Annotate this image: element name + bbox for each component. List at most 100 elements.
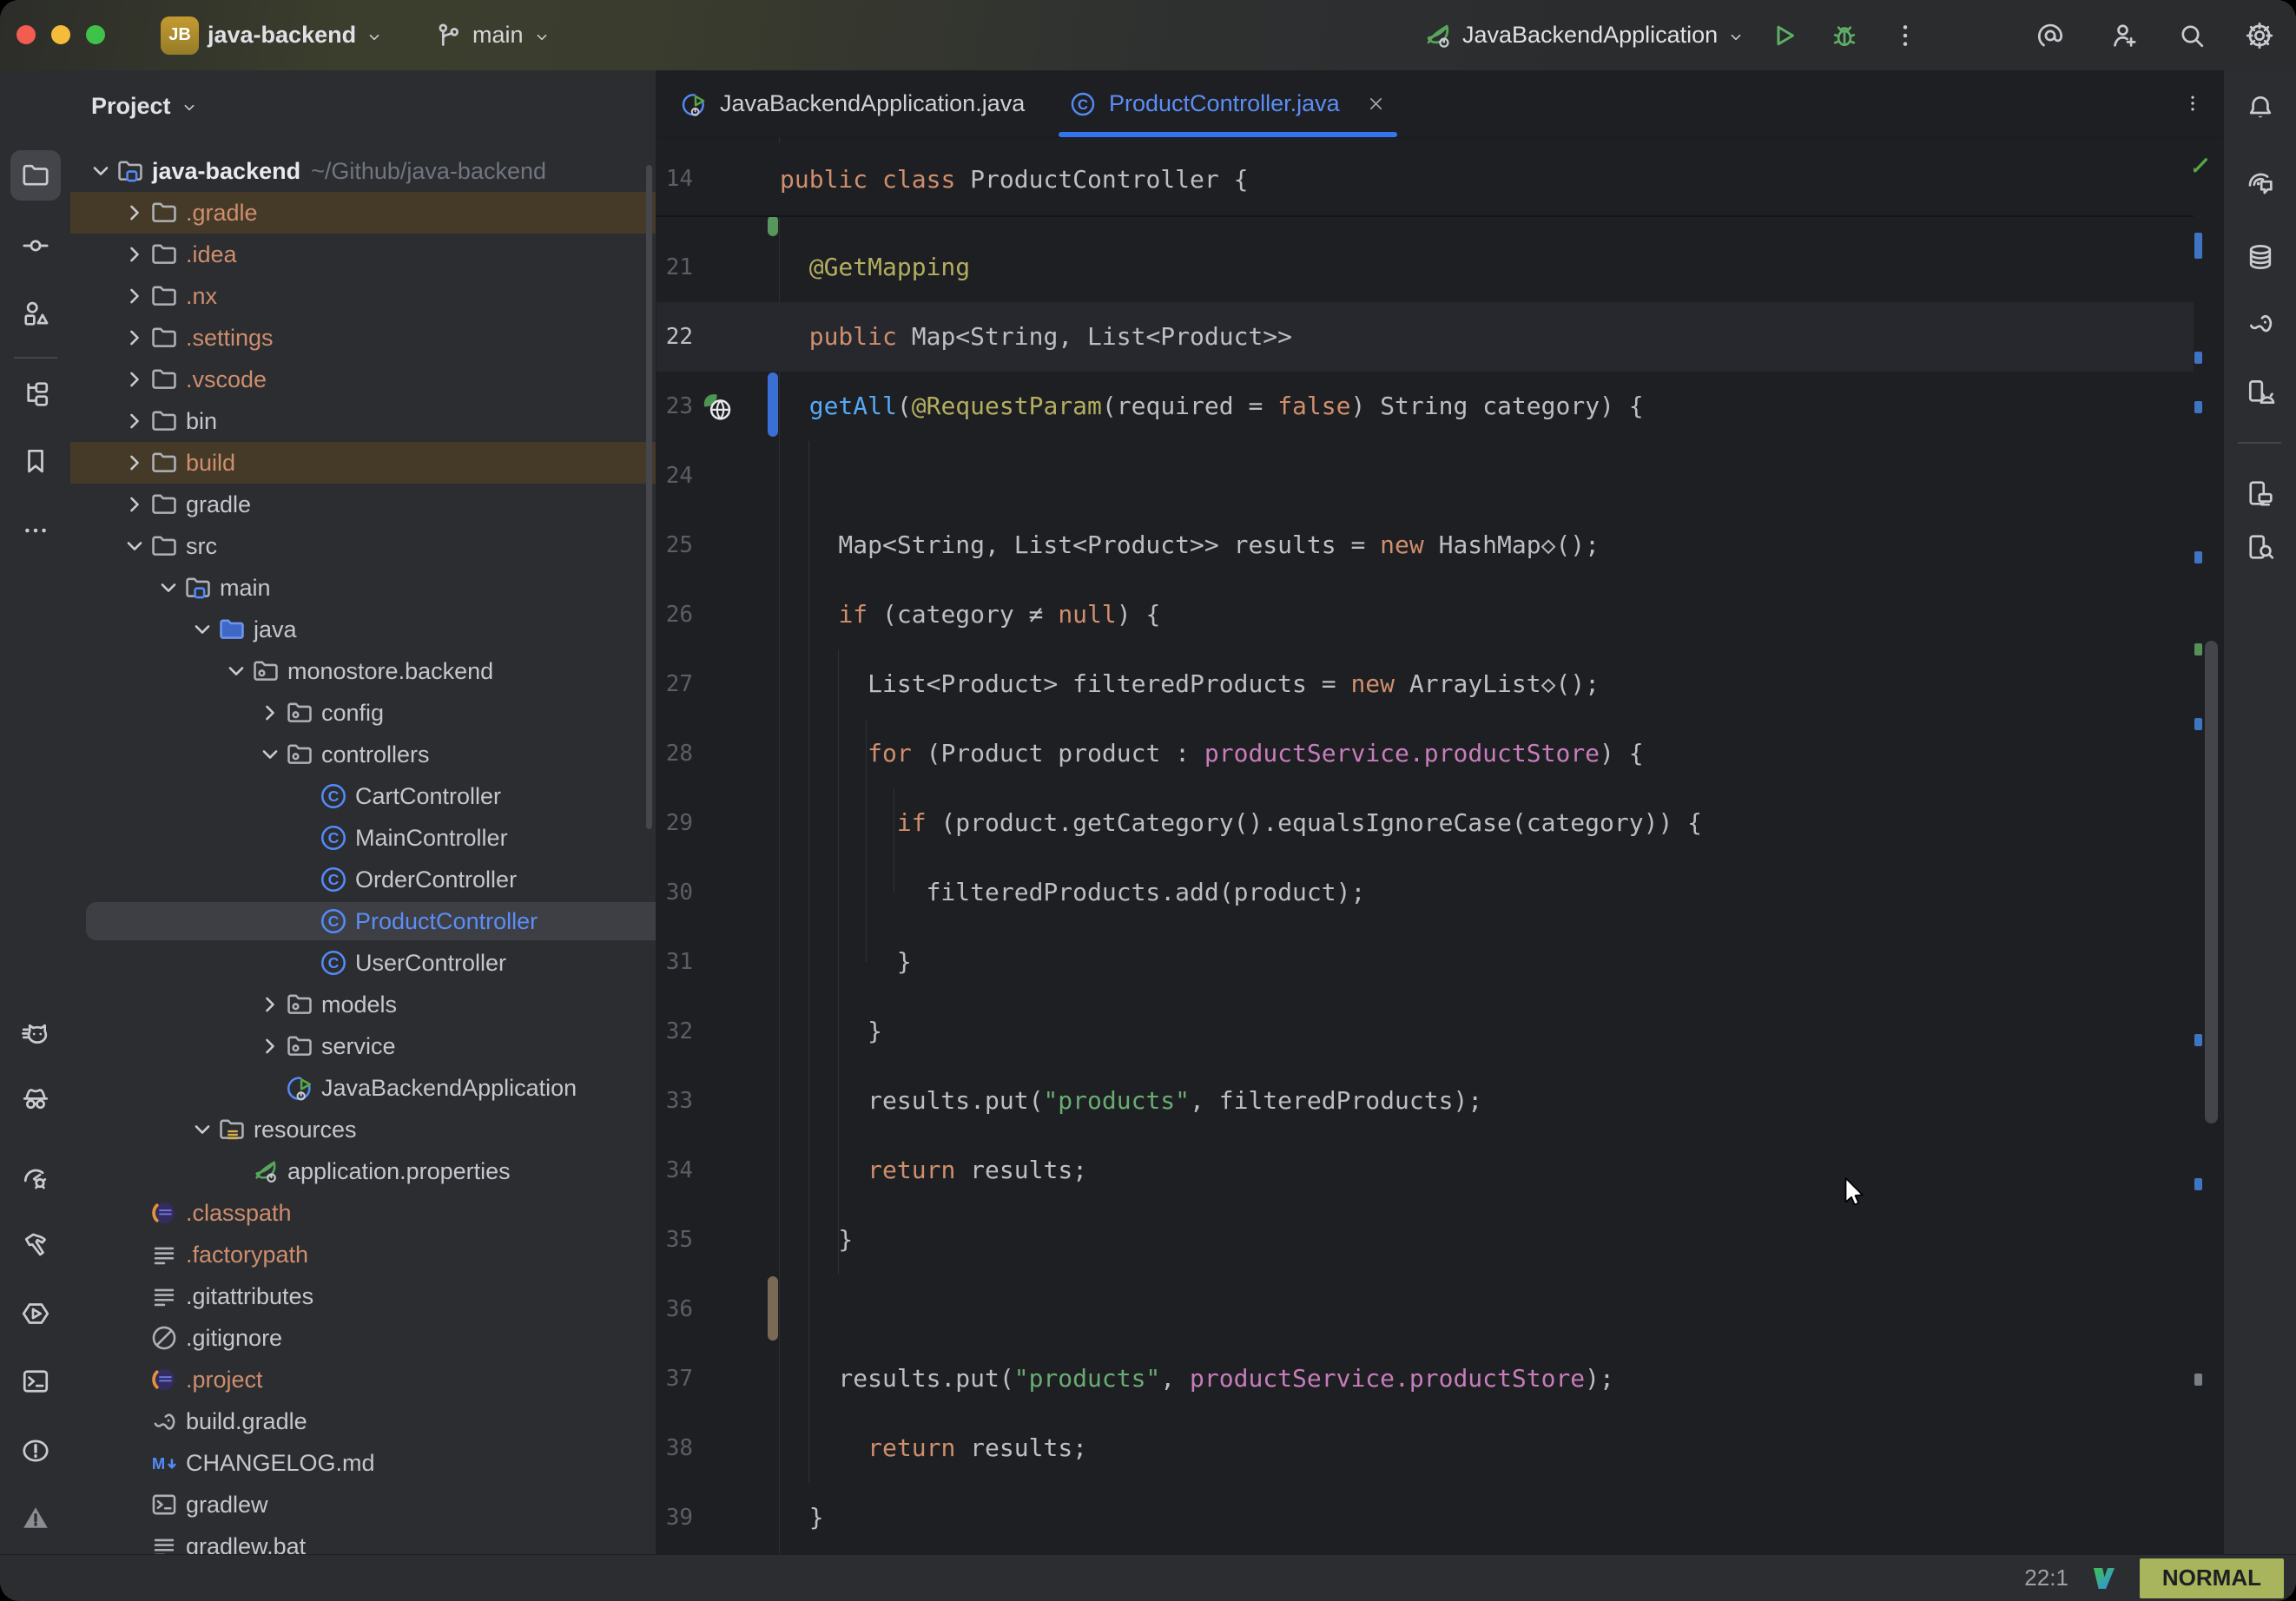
chevron-down-icon[interactable] (86, 156, 115, 186)
tree-item-.factorypath[interactable]: .factorypath (70, 1234, 656, 1275)
bookmarks-tool-button[interactable] (10, 436, 61, 486)
tree-item-monostore.backend[interactable]: monostore.backend (70, 650, 656, 692)
tree-item-main[interactable]: main (70, 567, 656, 609)
editor-tab-JavaBackendApplication.java[interactable]: JavaBackendApplication.java (670, 70, 1043, 137)
incognito-tool-button[interactable] (10, 1074, 61, 1124)
device-mirror-tool-button[interactable] (2235, 468, 2286, 518)
tree-item-gradle[interactable]: gradle (70, 484, 656, 525)
warning-tool-button[interactable] (10, 1492, 61, 1543)
tree-item-.classpath[interactable]: .classpath (70, 1192, 656, 1234)
analysis-stripe-mark[interactable] (2194, 1034, 2202, 1046)
code-line-34[interactable]: 34 return results; (656, 1136, 2194, 1205)
chevron-down-icon[interactable] (154, 573, 183, 603)
chevron-right-icon[interactable] (120, 406, 149, 436)
tree-item-resources[interactable]: resources (70, 1109, 656, 1150)
hierarchy-tool-button[interactable] (10, 369, 61, 419)
tree-item-src[interactable]: src (70, 525, 656, 567)
code-line-37[interactable]: 37 results.put("products", productServic… (656, 1344, 2194, 1413)
branch-widget[interactable]: main (432, 0, 551, 70)
project-widget[interactable]: JB java-backend (161, 0, 384, 70)
chevron-right-icon[interactable] (120, 323, 149, 352)
analysis-stripe-mark[interactable] (2194, 718, 2202, 730)
editor-scrollbar[interactable] (2205, 641, 2218, 1123)
chevron-right-icon[interactable] (120, 448, 149, 478)
tree-item-controllers[interactable]: controllers (70, 734, 656, 775)
shapes-tool-button[interactable] (10, 288, 61, 339)
chevron-down-icon[interactable] (255, 740, 285, 769)
tree-item-.project[interactable]: .project (70, 1359, 656, 1400)
tree-item-UserController[interactable]: CUserController (70, 942, 656, 984)
chevron-down-icon[interactable] (221, 656, 251, 686)
code-line-28[interactable]: 28 for (Product product : productService… (656, 719, 2194, 788)
code-line-36[interactable]: 36 (656, 1275, 2194, 1344)
search-everywhere-button[interactable] (2176, 0, 2207, 70)
tree-item-service[interactable]: service (70, 1025, 656, 1067)
android-device-tool-button[interactable] (2235, 367, 2286, 418)
commit-tool-button[interactable] (10, 221, 61, 271)
chevron-down-icon[interactable] (120, 531, 149, 561)
tree-item-gradlew[interactable]: gradlew (70, 1484, 656, 1525)
chevron-down-icon[interactable] (188, 1115, 217, 1144)
tree-item-java-backend[interactable]: java-backend~/Github/java-backend (70, 150, 656, 192)
minimize-window-button[interactable] (51, 25, 70, 44)
code-line-30[interactable]: 30 filteredProducts.add(product); (656, 858, 2194, 927)
build-hammer-tool-button[interactable] (10, 1219, 61, 1269)
ai-assistant-button[interactable] (2035, 0, 2066, 70)
tree-item-JavaBackendApplication[interactable]: JavaBackendApplication (70, 1067, 656, 1109)
tree-item-OrderController[interactable]: COrderController (70, 859, 656, 900)
chevron-right-icon[interactable] (120, 281, 149, 311)
tree-item-MainController[interactable]: CMainController (70, 817, 656, 859)
caret-position[interactable]: 22:1 (2024, 1565, 2068, 1591)
tree-item-.settings[interactable]: .settings (70, 317, 656, 359)
close-window-button[interactable] (16, 25, 36, 44)
editor-tab-ProductController.java[interactable]: CProductController.java (1059, 70, 1397, 137)
analysis-stripe-mark[interactable] (2194, 551, 2202, 563)
database-tool-button[interactable] (2235, 232, 2286, 282)
run-configuration-widget[interactable]: JavaBackendApplication (1422, 0, 1745, 70)
code-line-29[interactable]: 29 if (product.getCategory().equalsIgnor… (656, 788, 2194, 858)
code-line-27[interactable]: 27 List<Product> filteredProducts = new … (656, 649, 2194, 719)
run-button[interactable] (1768, 0, 1799, 70)
gradle-tool-button[interactable] (2235, 298, 2286, 348)
chevron-right-icon[interactable] (255, 698, 285, 728)
code-line-33[interactable]: 33 results.put("products", filteredProdu… (656, 1066, 2194, 1136)
chevron-right-icon[interactable] (120, 240, 149, 269)
tree-item-gradlew.bat[interactable]: gradlew.bat (70, 1525, 656, 1554)
cat-assistant-tool-button[interactable] (10, 1009, 61, 1059)
analysis-stripe-mark[interactable] (2194, 643, 2202, 656)
analysis-stripe-mark[interactable] (2194, 1178, 2202, 1190)
project-tree-scrollbar[interactable] (646, 165, 652, 829)
vim-mode-badge[interactable]: NORMAL (2140, 1558, 2284, 1598)
analysis-stripe-mark[interactable] (2194, 233, 2202, 259)
analysis-stripe-mark[interactable] (2194, 352, 2202, 364)
code-line-35[interactable]: 35 } (656, 1205, 2194, 1275)
more-run-options-button[interactable] (1890, 0, 1921, 70)
tree-item-.gitignore[interactable]: .gitignore (70, 1317, 656, 1359)
tree-item-CHANGELOG.md[interactable]: MCHANGELOG.md (70, 1442, 656, 1484)
code-line-24[interactable]: 24 (656, 441, 2194, 511)
project-folder-tool-button[interactable] (10, 150, 61, 201)
code-line-26[interactable]: 26 if (category ≠ null) { (656, 580, 2194, 649)
tree-item-.vscode[interactable]: .vscode (70, 359, 656, 400)
more-horizontal-tool-button[interactable] (10, 505, 61, 556)
device-explorer-tool-button[interactable] (2235, 522, 2286, 572)
code-line-31[interactable]: 31 } (656, 927, 2194, 997)
tree-item-application.properties[interactable]: application.properties (70, 1150, 656, 1192)
analysis-stripe-mark[interactable] (2194, 1374, 2202, 1386)
code-line-39[interactable]: 39 } (656, 1483, 2194, 1552)
ideavim-icon[interactable] (2089, 1564, 2119, 1593)
zoom-window-button[interactable] (86, 25, 105, 44)
tree-item-models[interactable]: models (70, 984, 656, 1025)
tree-item-.gitattributes[interactable]: .gitattributes (70, 1275, 656, 1317)
settings-button[interactable] (2244, 0, 2275, 70)
services-tool-button[interactable] (10, 1288, 61, 1339)
tree-item-CartController[interactable]: CCartController (70, 775, 656, 817)
tree-item-bin[interactable]: bin (70, 400, 656, 442)
tree-item-build.gradle[interactable]: build.gradle (70, 1400, 656, 1442)
code-with-me-button[interactable] (2108, 0, 2140, 70)
code-line-25[interactable]: 25 Map<String, List<Product>> results = … (656, 511, 2194, 580)
spring-endpoint-gutter-icon[interactable] (702, 391, 735, 424)
project-panel-header[interactable]: Project (91, 86, 199, 126)
close-tab-icon[interactable] (1364, 92, 1388, 115)
code-line-22[interactable]: 22 public Map<String, List<Product>> (656, 302, 2194, 372)
